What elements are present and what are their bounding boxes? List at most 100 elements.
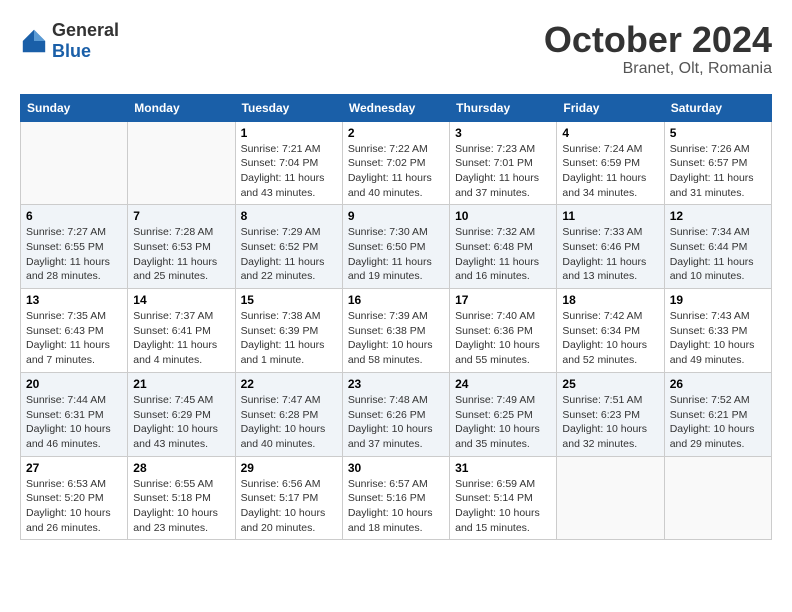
table-row: 28 Sunrise: 6:55 AMSunset: 5:18 PMDayligh…: [128, 456, 235, 540]
day-info: Sunrise: 7:44 AMSunset: 6:31 PMDaylight:…: [26, 393, 122, 452]
table-row: 17 Sunrise: 7:40 AMSunset: 6:36 PMDayligh…: [450, 289, 557, 373]
day-number: 19: [670, 293, 766, 307]
table-row: 21Sunrise: 7:45 AMSunset: 6:29 PMDayligh…: [128, 372, 235, 456]
calendar-week-row: 27 Sunrise: 6:53 AMSunset: 5:20 PMDayligh…: [21, 456, 772, 540]
day-info: Sunrise: 7:39 AMSunset: 6:38 PMDaylight:…: [348, 309, 444, 368]
day-number: 1: [241, 126, 337, 140]
col-sunday: Sunday: [21, 94, 128, 121]
day-number: 3: [455, 126, 551, 140]
table-row: 5 Sunrise: 7:26 AMSunset: 6:57 PMDaylight…: [664, 121, 771, 205]
day-info: Sunrise: 6:59 AMSunset: 5:14 PMDaylight:…: [455, 477, 551, 536]
day-number: 11: [562, 209, 658, 223]
day-number: 27: [26, 461, 122, 475]
day-info: Sunrise: 6:55 AMSunset: 5:18 PMDaylight:…: [133, 477, 229, 536]
table-row: 20 Sunrise: 7:44 AMSunset: 6:31 PMDayligh…: [21, 372, 128, 456]
day-info: Sunrise: 7:48 AMSunset: 6:26 PMDaylight:…: [348, 393, 444, 452]
day-number: 18: [562, 293, 658, 307]
day-number: 29: [241, 461, 337, 475]
table-row: 23 Sunrise: 7:48 AMSunset: 6:26 PMDayligh…: [342, 372, 449, 456]
calendar-week-row: 20 Sunrise: 7:44 AMSunset: 6:31 PMDayligh…: [21, 372, 772, 456]
table-row: 16 Sunrise: 7:39 AMSunset: 6:38 PMDayligh…: [342, 289, 449, 373]
day-info: Sunrise: 7:37 AMSunset: 6:41 PMDaylight:…: [133, 309, 229, 368]
table-row: 6 Sunrise: 7:27 AMSunset: 6:55 PMDaylight…: [21, 205, 128, 289]
day-number: 16: [348, 293, 444, 307]
table-row: 15Sunrise: 7:38 AMSunset: 6:39 PMDayligh…: [235, 289, 342, 373]
col-monday: Monday: [128, 94, 235, 121]
logo-text: General Blue: [52, 20, 119, 62]
day-number: 20: [26, 377, 122, 391]
day-number: 6: [26, 209, 122, 223]
day-number: 17: [455, 293, 551, 307]
table-row: 10Sunrise: 7:32 AMSunset: 6:48 PMDayligh…: [450, 205, 557, 289]
day-info: Sunrise: 7:43 AMSunset: 6:33 PMDaylight:…: [670, 309, 766, 368]
table-row: 19 Sunrise: 7:43 AMSunset: 6:33 PMDayligh…: [664, 289, 771, 373]
day-number: 9: [348, 209, 444, 223]
calendar-week-row: 1Sunrise: 7:21 AMSunset: 7:04 PMDaylight…: [21, 121, 772, 205]
day-info: Sunrise: 7:38 AMSunset: 6:39 PMDaylight:…: [241, 309, 337, 368]
table-row: [21, 121, 128, 205]
calendar-week-row: 13Sunrise: 7:35 AMSunset: 6:43 PMDayligh…: [21, 289, 772, 373]
day-number: 21: [133, 377, 229, 391]
month-title: October 2024: [544, 20, 772, 60]
day-number: 31: [455, 461, 551, 475]
day-info: Sunrise: 7:32 AMSunset: 6:48 PMDaylight:…: [455, 225, 551, 284]
table-row: 26 Sunrise: 7:52 AMSunset: 6:21 PMDayligh…: [664, 372, 771, 456]
table-row: 12 Sunrise: 7:34 AMSunset: 6:44 PMDayligh…: [664, 205, 771, 289]
logo-icon: [20, 27, 48, 55]
day-number: 23: [348, 377, 444, 391]
table-row: 2 Sunrise: 7:22 AMSunset: 7:02 PMDaylight…: [342, 121, 449, 205]
day-info: Sunrise: 7:28 AMSunset: 6:53 PMDaylight:…: [133, 225, 229, 284]
table-row: 13Sunrise: 7:35 AMSunset: 6:43 PMDayligh…: [21, 289, 128, 373]
table-row: 14 Sunrise: 7:37 AMSunset: 6:41 PMDayligh…: [128, 289, 235, 373]
day-info: Sunrise: 7:26 AMSunset: 6:57 PMDaylight:…: [670, 142, 766, 201]
day-number: 2: [348, 126, 444, 140]
table-row: [664, 456, 771, 540]
day-number: 24: [455, 377, 551, 391]
table-row: 7 Sunrise: 7:28 AMSunset: 6:53 PMDaylight…: [128, 205, 235, 289]
day-info: Sunrise: 7:33 AMSunset: 6:46 PMDaylight:…: [562, 225, 658, 284]
table-row: 11 Sunrise: 7:33 AMSunset: 6:46 PMDayligh…: [557, 205, 664, 289]
day-number: 8: [241, 209, 337, 223]
day-number: 30: [348, 461, 444, 475]
day-info: Sunrise: 7:42 AMSunset: 6:34 PMDaylight:…: [562, 309, 658, 368]
day-info: Sunrise: 6:53 AMSunset: 5:20 PMDaylight:…: [26, 477, 122, 536]
day-info: Sunrise: 6:57 AMSunset: 5:16 PMDaylight:…: [348, 477, 444, 536]
day-info: Sunrise: 7:52 AMSunset: 6:21 PMDaylight:…: [670, 393, 766, 452]
day-info: Sunrise: 7:22 AMSunset: 7:02 PMDaylight:…: [348, 142, 444, 201]
day-number: 28: [133, 461, 229, 475]
day-number: 26: [670, 377, 766, 391]
title-block: October 2024 Branet, Olt, Romania: [544, 20, 772, 78]
day-info: Sunrise: 7:27 AMSunset: 6:55 PMDaylight:…: [26, 225, 122, 284]
day-number: 5: [670, 126, 766, 140]
day-info: Sunrise: 7:23 AMSunset: 7:01 PMDaylight:…: [455, 142, 551, 201]
day-number: 25: [562, 377, 658, 391]
col-wednesday: Wednesday: [342, 94, 449, 121]
table-row: 31 Sunrise: 6:59 AMSunset: 5:14 PMDayligh…: [450, 456, 557, 540]
day-info: Sunrise: 7:40 AMSunset: 6:36 PMDaylight:…: [455, 309, 551, 368]
table-row: 25Sunrise: 7:51 AMSunset: 6:23 PMDayligh…: [557, 372, 664, 456]
table-row: 18 Sunrise: 7:42 AMSunset: 6:34 PMDayligh…: [557, 289, 664, 373]
table-row: 24Sunrise: 7:49 AMSunset: 6:25 PMDayligh…: [450, 372, 557, 456]
table-row: [557, 456, 664, 540]
table-row: 9 Sunrise: 7:30 AMSunset: 6:50 PMDaylight…: [342, 205, 449, 289]
calendar-week-row: 6 Sunrise: 7:27 AMSunset: 6:55 PMDaylight…: [21, 205, 772, 289]
table-row: 1Sunrise: 7:21 AMSunset: 7:04 PMDaylight…: [235, 121, 342, 205]
col-thursday: Thursday: [450, 94, 557, 121]
table-row: 22Sunrise: 7:47 AMSunset: 6:28 PMDayligh…: [235, 372, 342, 456]
table-row: 27 Sunrise: 6:53 AMSunset: 5:20 PMDayligh…: [21, 456, 128, 540]
page-header: General Blue October 2024 Branet, Olt, R…: [20, 20, 772, 78]
col-tuesday: Tuesday: [235, 94, 342, 121]
logo: General Blue: [20, 20, 119, 62]
day-info: Sunrise: 7:34 AMSunset: 6:44 PMDaylight:…: [670, 225, 766, 284]
table-row: 3 Sunrise: 7:23 AMSunset: 7:01 PMDaylight…: [450, 121, 557, 205]
col-saturday: Saturday: [664, 94, 771, 121]
day-info: Sunrise: 7:30 AMSunset: 6:50 PMDaylight:…: [348, 225, 444, 284]
table-row: 8Sunrise: 7:29 AMSunset: 6:52 PMDaylight…: [235, 205, 342, 289]
day-number: 22: [241, 377, 337, 391]
day-number: 7: [133, 209, 229, 223]
day-number: 14: [133, 293, 229, 307]
day-number: 12: [670, 209, 766, 223]
table-row: 30 Sunrise: 6:57 AMSunset: 5:16 PMDayligh…: [342, 456, 449, 540]
table-row: 29Sunrise: 6:56 AMSunset: 5:17 PMDayligh…: [235, 456, 342, 540]
calendar-header-row: Sunday Monday Tuesday Wednesday Thursday…: [21, 94, 772, 121]
